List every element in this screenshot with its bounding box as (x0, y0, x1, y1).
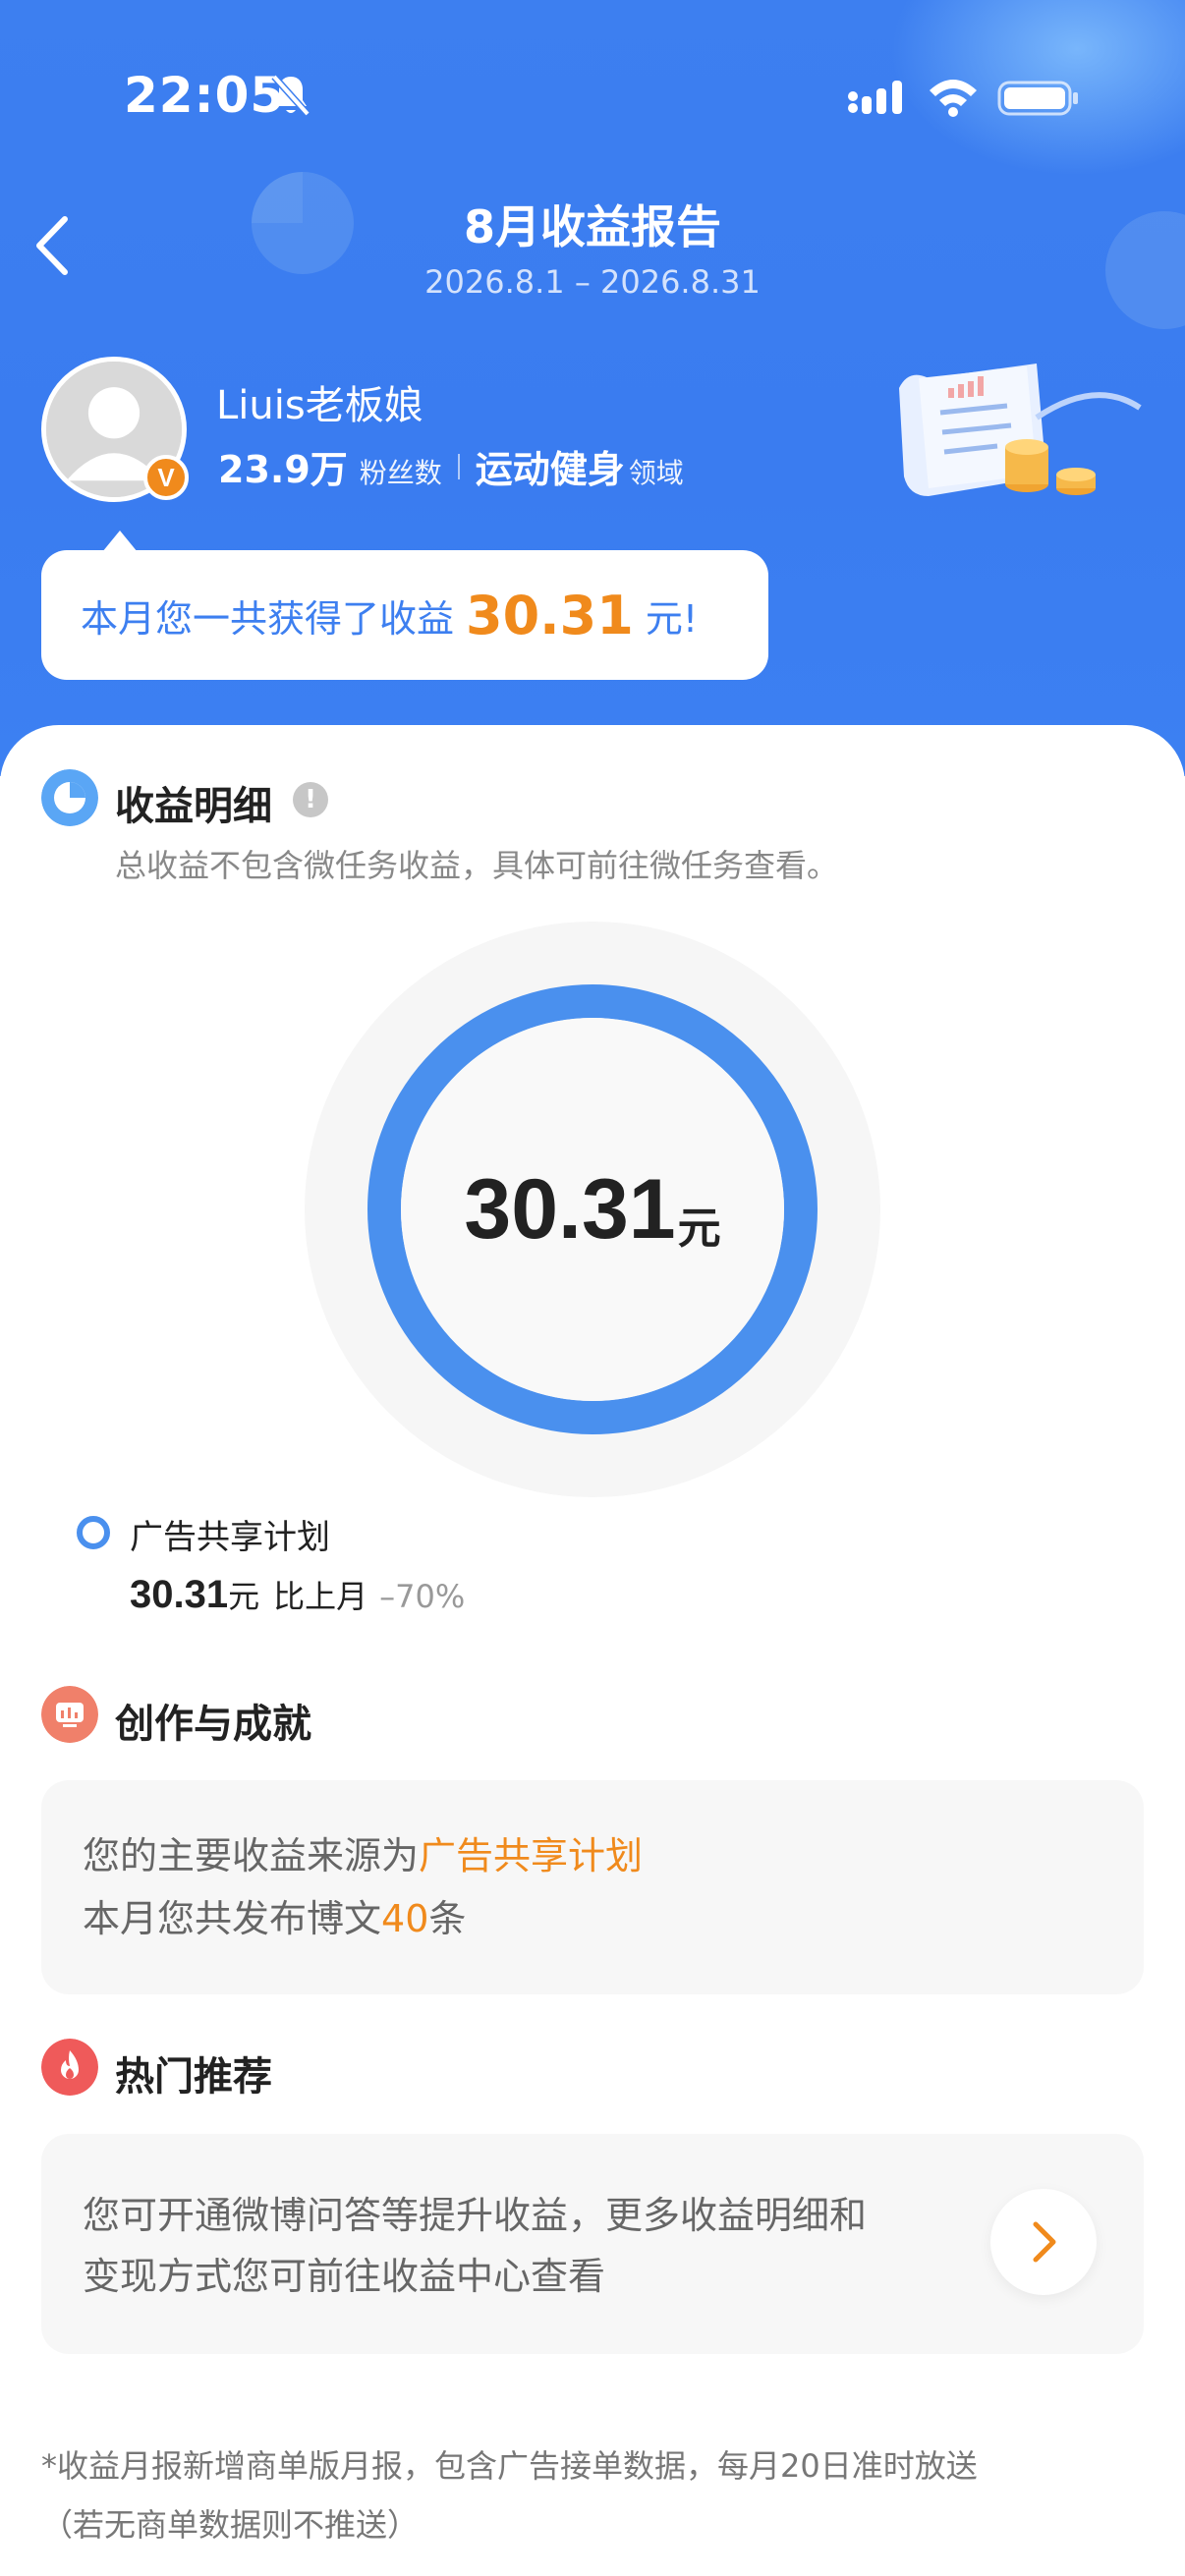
page-title: 8月收益报告 (463, 200, 721, 253)
creation-line2-prefix: 本月您共发布博文 (83, 1897, 382, 1940)
bubble-tail (102, 531, 138, 552)
bell-muted-icon (271, 74, 310, 117)
summary-suffix: 元! (645, 596, 699, 641)
fire-icon (41, 2039, 98, 2096)
go-earnings-center-button[interactable] (990, 2189, 1097, 2295)
domain-label: 领域 (628, 457, 684, 489)
creation-card: 您的主要收益来源为广告共享计划 本月您共发布博文40条 (41, 1780, 1144, 1994)
hot-card[interactable]: 您可开通微博问答等提升收益，更多收益明细和 变现方式您可前往收益中心查看 (41, 2134, 1144, 2354)
info-icon[interactable]: ! (293, 782, 328, 817)
followers-count: 23.9万 (218, 448, 348, 491)
divider (457, 453, 460, 479)
posts-count: 40 (381, 1897, 429, 1940)
earnings-detail-title: 收益明细 (115, 784, 272, 829)
summary-prefix: 本月您一共获得了收益 (81, 596, 455, 641)
report-coins-illustration (899, 364, 1142, 496)
chevron-right-icon (1033, 2221, 1056, 2263)
battery-icon (997, 81, 1078, 116)
footnote-line-1: *收益月报新增商单版月报，包含广告接单数据，每月20日准时放送 (41, 2447, 978, 2485)
legend-unit: 元 (228, 1578, 260, 1615)
summary-amount: 30.31 (466, 584, 634, 646)
verified-badge: V (143, 455, 189, 500)
status-time: 22:05 (124, 67, 286, 124)
hot-title: 热门推荐 (115, 2054, 272, 2100)
followers-label: 粉丝数 (359, 457, 442, 489)
signal-icon (848, 81, 902, 114)
legend-dot (77, 1516, 110, 1549)
summary-text: 本月您一共获得了收益 30.31 元! (81, 550, 698, 680)
hot-line-1: 您可开通微博问答等提升收益，更多收益明细和 (83, 2194, 868, 2237)
total-earnings-unit: 元 (677, 1204, 721, 1254)
wifi-icon (930, 80, 977, 117)
legend-values: 30.31 元 比上月 –70% (130, 1572, 465, 1617)
creation-line2-suffix: 条 (428, 1897, 467, 1940)
creation-title: 创作与成就 (115, 1702, 311, 1747)
main-source-highlight: 广告共享计划 (419, 1834, 644, 1877)
creation-line-1: 您的主要收益来源为广告共享计划 (83, 1825, 643, 1879)
status-bar: 22:05 (0, 59, 1185, 138)
creation-line1-prefix: 您的主要收益来源为 (83, 1834, 420, 1877)
footnote-line-2: （若无商单数据则不推送） (41, 2506, 420, 2544)
legend-compare-label: 比上月 (273, 1578, 368, 1615)
legend-label: 广告共享计划 (130, 1518, 330, 1557)
username: Liuis老板娘 (216, 383, 423, 428)
header-banner: 22:05 8月收益报告 2026.8.1 – 2026.8.31 V Liui… (0, 0, 1185, 776)
domain-value: 运动健身 (475, 448, 625, 491)
legend-value: 30.31 (130, 1573, 229, 1616)
pie-chart-icon (41, 769, 98, 826)
earnings-donut-chart: 30.31 元 (305, 922, 880, 1497)
summary-bubble: 本月您一共获得了收益 30.31 元! (41, 550, 768, 680)
legend-change: –70% (379, 1578, 466, 1615)
total-earnings-value: 30.31 (464, 1161, 676, 1257)
profile-stats: 23.9万 粉丝数 运动健身 领域 (218, 439, 684, 493)
creation-line-2: 本月您共发布博文40条 (83, 1888, 466, 1942)
hot-line-2: 变现方式您可前往收益中心查看 (83, 2255, 606, 2298)
date-range: 2026.8.1 – 2026.8.31 (424, 263, 761, 301)
donut-center-value: 30.31 元 (305, 922, 880, 1497)
creation-chart-icon (41, 1686, 98, 1743)
earnings-detail-subtitle: 总收益不包含微任务收益，具体可前往微任务查看。 (115, 847, 839, 884)
